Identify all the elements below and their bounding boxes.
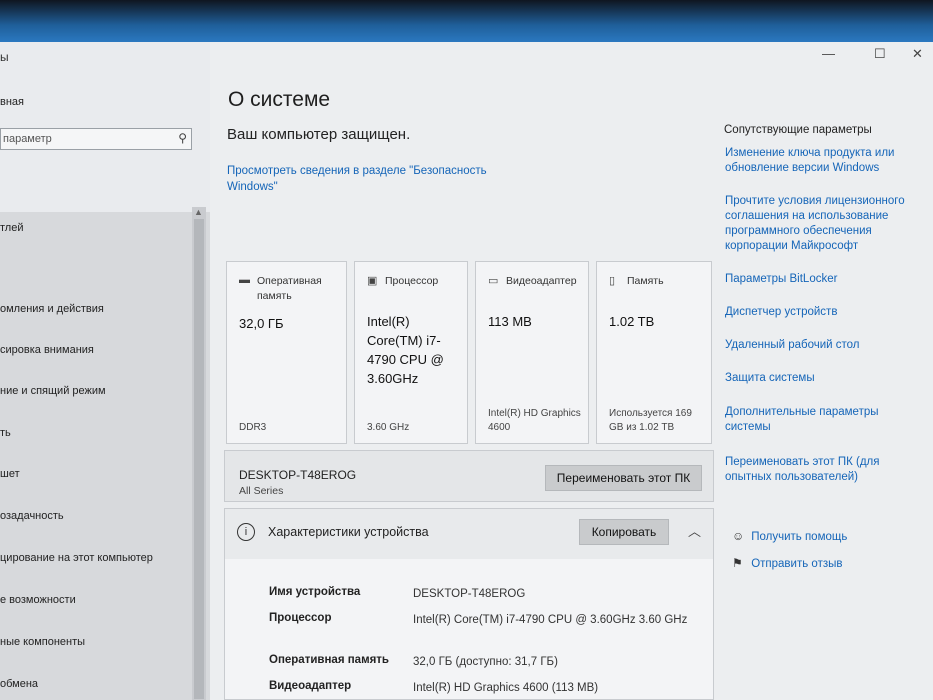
spec-value: Intel(R) HD Graphics 4600 (113 MB) — [413, 682, 599, 694]
device-specs-panel: i Характеристики устройства Копировать ︿… — [224, 508, 714, 700]
nav-item[interactable]: обмена — [0, 678, 38, 690]
ram-tile: ▬ Оперативная память 32,0 ГБ DDR3 — [226, 261, 347, 444]
tile-label: Оперативная память — [257, 275, 322, 302]
desktop-top-edge — [0, 0, 933, 42]
spec-value: DESKTOP-T48EROG — [413, 588, 526, 600]
spec-key: Видеоадаптер — [269, 680, 352, 692]
chevron-up-icon[interactable]: ︿ — [688, 521, 701, 540]
settings-search-input[interactable]: параметр ⚲ — [0, 128, 192, 150]
storage-icon: ▯ — [609, 275, 616, 287]
help-icon: ☺ — [732, 529, 745, 543]
settings-nav-header — [0, 42, 210, 212]
tile-sub: Intel(R) HD Graphics 4600 — [488, 408, 581, 433]
send-feedback-link[interactable]: Отправить отзыв — [751, 558, 842, 570]
maximize-icon[interactable]: ☐ — [874, 46, 886, 62]
spec-key: Имя устройства — [269, 586, 361, 598]
related-link-advanced-settings[interactable]: Дополнительные параметры системы — [725, 405, 895, 435]
nav-scrollbar[interactable]: ▲ — [192, 207, 206, 700]
device-specs-header[interactable]: i Характеристики устройства Копировать ︿ — [225, 509, 713, 559]
nav-item[interactable]: цирование на этот компьютер — [0, 552, 153, 564]
tile-value: 32,0 ГБ — [239, 316, 284, 331]
related-link-product-key[interactable]: Изменение ключа продукта или обновление … — [725, 146, 910, 176]
cpu-icon: ▣ — [367, 275, 378, 287]
tile-value: 1.02 TB — [609, 314, 655, 329]
info-icon: i — [237, 523, 255, 541]
pc-name-row: DESKTOP-T48EROG All Series Переименовать… — [224, 450, 714, 502]
nav-item[interactable]: сировка внимания — [0, 344, 94, 356]
storage-tile: ▯ Память 1.02 TB Используется 169 GB из … — [596, 261, 712, 444]
related-link-system-protection[interactable]: Защита системы — [725, 371, 910, 386]
close-icon[interactable]: ✕ — [912, 46, 923, 62]
nav-item[interactable]: тлей — [0, 222, 23, 234]
tile-sub: 3.60 GHz — [367, 422, 410, 433]
about-window: — ☐ ✕ О системе Ваш компьютер защищен. П… — [210, 42, 933, 700]
settings-nav-window: ы вная параметр ⚲ тлей омления и действи… — [0, 42, 210, 700]
cpu-tile: ▣ Процессор Intel(R) Core(TM) i7-4790 CP… — [354, 261, 468, 444]
related-link-license[interactable]: Прочтите условия лицензионного соглашени… — [725, 194, 910, 254]
nav-item[interactable]: омления и действия — [0, 303, 104, 315]
pc-name: DESKTOP-T48EROG — [239, 468, 357, 482]
minimize-icon[interactable]: — — [822, 46, 835, 61]
nav-item[interactable]: озадачность — [0, 510, 64, 522]
nav-item[interactable]: шет — [0, 468, 20, 480]
tile-sub: Используется 169 GB из 1.02 TB — [609, 408, 692, 433]
get-help-row[interactable]: ☺ Получить помощь — [732, 529, 847, 543]
feedback-row[interactable]: ⚑ Отправить отзыв — [732, 556, 842, 570]
related-link-bitlocker[interactable]: Параметры BitLocker — [725, 272, 910, 287]
spec-key: Оперативная память — [269, 654, 389, 666]
search-placeholder: параметр — [3, 133, 52, 145]
settings-nav-title: ы — [0, 50, 9, 64]
nav-home-link[interactable]: вная — [0, 96, 24, 108]
scroll-up-icon[interactable]: ▲ — [194, 207, 203, 217]
copy-button[interactable]: Копировать — [579, 519, 669, 545]
related-link-remote-desktop[interactable]: Удаленный рабочий стол — [725, 338, 910, 353]
security-details-link[interactable]: Просмотреть сведения в разделе "Безопасн… — [227, 163, 527, 195]
gpu-tile: ▭ Видеоадаптер 113 MB Intel(R) HD Graphi… — [475, 261, 589, 444]
nav-item[interactable]: ные компоненты — [0, 636, 85, 648]
nav-item[interactable]: ть — [0, 427, 11, 439]
tile-value: 113 MB — [488, 314, 532, 329]
spec-key: Процессор — [269, 612, 332, 624]
gpu-icon: ▭ — [488, 275, 499, 287]
related-settings-heading: Сопутствующие параметры — [724, 124, 872, 136]
device-specs-title: Характеристики устройства — [268, 525, 429, 539]
related-link-rename-advanced[interactable]: Переименовать этот ПК (для опытных польз… — [725, 455, 895, 485]
nav-item[interactable]: ние и спящий режим — [0, 385, 106, 397]
spec-value: Intel(R) Core(TM) i7-4790 CPU @ 3.60GHz … — [413, 614, 688, 626]
protection-status: Ваш компьютер защищен. — [227, 126, 411, 143]
spec-value: 32,0 ГБ (доступно: 31,7 ГБ) — [413, 656, 558, 668]
page-title: О системе — [228, 88, 331, 111]
search-icon[interactable]: ⚲ — [178, 131, 187, 145]
get-help-link[interactable]: Получить помощь — [751, 531, 847, 543]
ram-icon: ▬ — [239, 274, 250, 286]
tile-label: Память — [627, 275, 664, 287]
pc-series: All Series — [239, 485, 284, 497]
nav-item[interactable]: е возможности — [0, 594, 76, 606]
related-link-device-manager[interactable]: Диспетчер устройств — [725, 305, 910, 320]
tile-label: Видеоадаптер — [506, 275, 577, 287]
feedback-icon: ⚑ — [732, 556, 743, 570]
tile-label: Процессор — [385, 275, 439, 287]
scrollbar-thumb[interactable] — [194, 219, 204, 699]
tile-sub: DDR3 — [239, 422, 267, 433]
rename-pc-button[interactable]: Переименовать этот ПК — [545, 465, 702, 491]
tile-value: Intel(R) Core(TM) i7-4790 CPU @ 3.60GHz — [367, 314, 444, 386]
